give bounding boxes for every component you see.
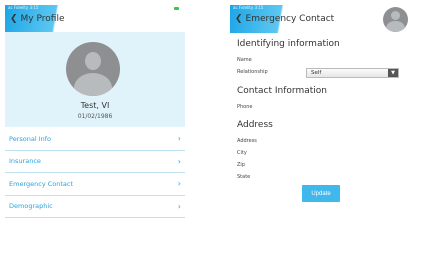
section-address: Address — [237, 120, 273, 130]
update-button[interactable]: Update — [302, 185, 340, 202]
chevron-right-icon: › — [177, 134, 181, 144]
chevron-right-icon: › — [177, 156, 181, 166]
avatar-body-shape — [74, 73, 112, 96]
relationship-label: Relationship — [237, 69, 268, 75]
avatar[interactable] — [383, 7, 408, 32]
status-text: ac Fidelity 3:15 — [233, 5, 264, 10]
menu-item-label: Demographic — [9, 202, 53, 211]
page-title-text: Emergency Contact — [245, 14, 335, 24]
relationship-select[interactable]: Self ▼ — [306, 68, 399, 78]
zip-label: Zip — [237, 162, 245, 168]
chevron-down-icon: ▼ — [388, 69, 398, 77]
menu-item-personal-info[interactable]: Personal Info › — [5, 128, 185, 151]
phone-label: Phone — [237, 104, 253, 110]
my-profile-screen: ac Fidelity 3:15 ❮ My Profile Test, VI 0… — [5, 5, 185, 245]
emergency-contact-screen: ac Fidelity 3:15 ❮ Emergency Contact Ide… — [230, 5, 410, 245]
profile-name: Test, VI — [80, 101, 110, 110]
profile-card: Test, VI 01/02/1986 — [5, 32, 185, 127]
section-identifying: Identifying information — [237, 39, 340, 49]
address-label: Address — [237, 138, 257, 144]
menu-item-demographic[interactable]: Demographic › — [5, 196, 185, 218]
avatar-head-shape — [85, 52, 101, 70]
profile-menu: Personal Info › Insurance › Emergency Co… — [5, 128, 185, 218]
state-label: State — [237, 174, 251, 180]
page-title: ❮ My Profile — [10, 14, 64, 24]
page-title-text: My Profile — [20, 14, 65, 24]
battery-icon — [174, 7, 179, 10]
avatar-body-shape — [386, 21, 405, 32]
avatar-head-shape — [391, 11, 400, 20]
city-label: City — [237, 150, 247, 156]
status-text: ac Fidelity 3:15 — [8, 5, 39, 10]
section-contact: Contact Information — [237, 86, 327, 96]
name-label: Name — [237, 57, 252, 63]
back-icon[interactable]: ❮ — [10, 14, 18, 24]
menu-item-label: Emergency Contact — [9, 179, 74, 188]
menu-item-emergency-contact[interactable]: Emergency Contact › — [5, 173, 185, 196]
menu-item-label: Insurance — [9, 157, 41, 166]
back-icon[interactable]: ❮ — [235, 14, 243, 24]
chevron-right-icon: › — [177, 201, 181, 211]
menu-item-label: Personal Info — [9, 134, 51, 143]
chevron-right-icon: › — [177, 179, 181, 189]
page-title: ❮ Emergency Contact — [235, 14, 334, 24]
profile-dob: 01/02/1986 — [77, 113, 113, 120]
menu-item-insurance[interactable]: Insurance › — [5, 151, 185, 173]
relationship-value: Self — [311, 70, 322, 76]
avatar[interactable] — [66, 42, 120, 96]
